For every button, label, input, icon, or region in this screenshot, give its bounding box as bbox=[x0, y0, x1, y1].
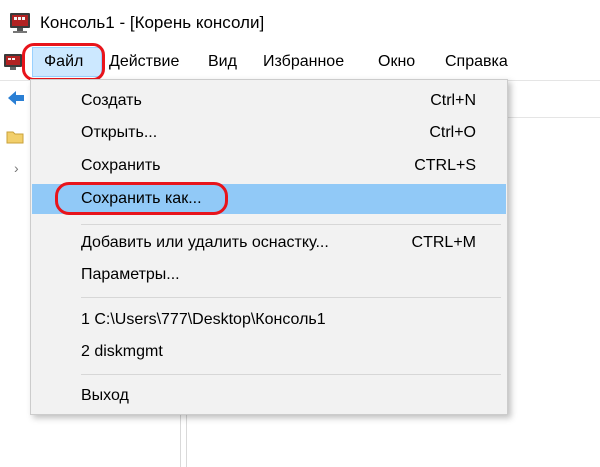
menu-action[interactable]: Действие bbox=[109, 52, 179, 72]
menu-item-label: Выход bbox=[81, 387, 129, 404]
chevron-right-icon[interactable]: › bbox=[14, 160, 19, 176]
menu-window[interactable]: Окно bbox=[378, 52, 415, 72]
menu-separator bbox=[81, 374, 501, 375]
menu-help[interactable]: Справка bbox=[445, 52, 508, 72]
menu-item-label: Добавить или удалить оснастку... bbox=[81, 234, 329, 251]
menu-item-add-remove-snapin[interactable]: Добавить или удалить оснастку... CTRL+M bbox=[32, 228, 506, 258]
mmc-console-icon bbox=[10, 13, 30, 33]
menu-item-label: 2 diskmgmt bbox=[81, 343, 163, 360]
menu-item-shortcut: Ctrl+N bbox=[430, 92, 476, 109]
menu-favorites[interactable]: Избранное bbox=[263, 52, 344, 72]
menu-view[interactable]: Вид bbox=[208, 52, 237, 72]
menu-item-label: 1 C:\Users\777\Desktop\Консоль1 bbox=[81, 311, 326, 328]
window-title: Консоль1 - [Корень консоли] bbox=[40, 13, 265, 32]
menu-item-new[interactable]: Создать Ctrl+N bbox=[32, 86, 506, 116]
annotation-circle-file bbox=[22, 43, 105, 81]
menu-item-options[interactable]: Параметры... bbox=[32, 260, 506, 290]
menu-item-exit[interactable]: Выход bbox=[32, 381, 506, 411]
menu-item-shortcut: CTRL+S bbox=[414, 157, 476, 174]
menu-item-label: Сохранить bbox=[81, 157, 161, 174]
menu-item-save[interactable]: Сохранить CTRL+S bbox=[32, 151, 506, 181]
menu-item-label: Создать bbox=[81, 92, 142, 109]
folder-icon[interactable] bbox=[6, 130, 24, 144]
menu-item-shortcut: Ctrl+O bbox=[429, 124, 476, 141]
menu-item-label: Открыть... bbox=[81, 124, 158, 141]
title-bar: Консоль1 - [Корень консоли] bbox=[0, 0, 600, 46]
menu-separator bbox=[81, 224, 501, 225]
menu-item-recent-2[interactable]: 2 diskmgmt bbox=[32, 337, 506, 367]
menu-item-label: Параметры... bbox=[81, 266, 180, 283]
menu-item-recent-1[interactable]: 1 C:\Users\777\Desktop\Консоль1 bbox=[32, 305, 506, 335]
menu-item-shortcut: CTRL+M bbox=[411, 234, 476, 251]
menu-separator bbox=[81, 297, 501, 298]
back-arrow-icon[interactable] bbox=[6, 88, 26, 108]
file-dropdown-menu: Создать Ctrl+N Открыть... Ctrl+O Сохрани… bbox=[30, 79, 508, 415]
annotation-circle-save-as bbox=[55, 182, 228, 215]
menu-item-open[interactable]: Открыть... Ctrl+O bbox=[32, 118, 506, 148]
